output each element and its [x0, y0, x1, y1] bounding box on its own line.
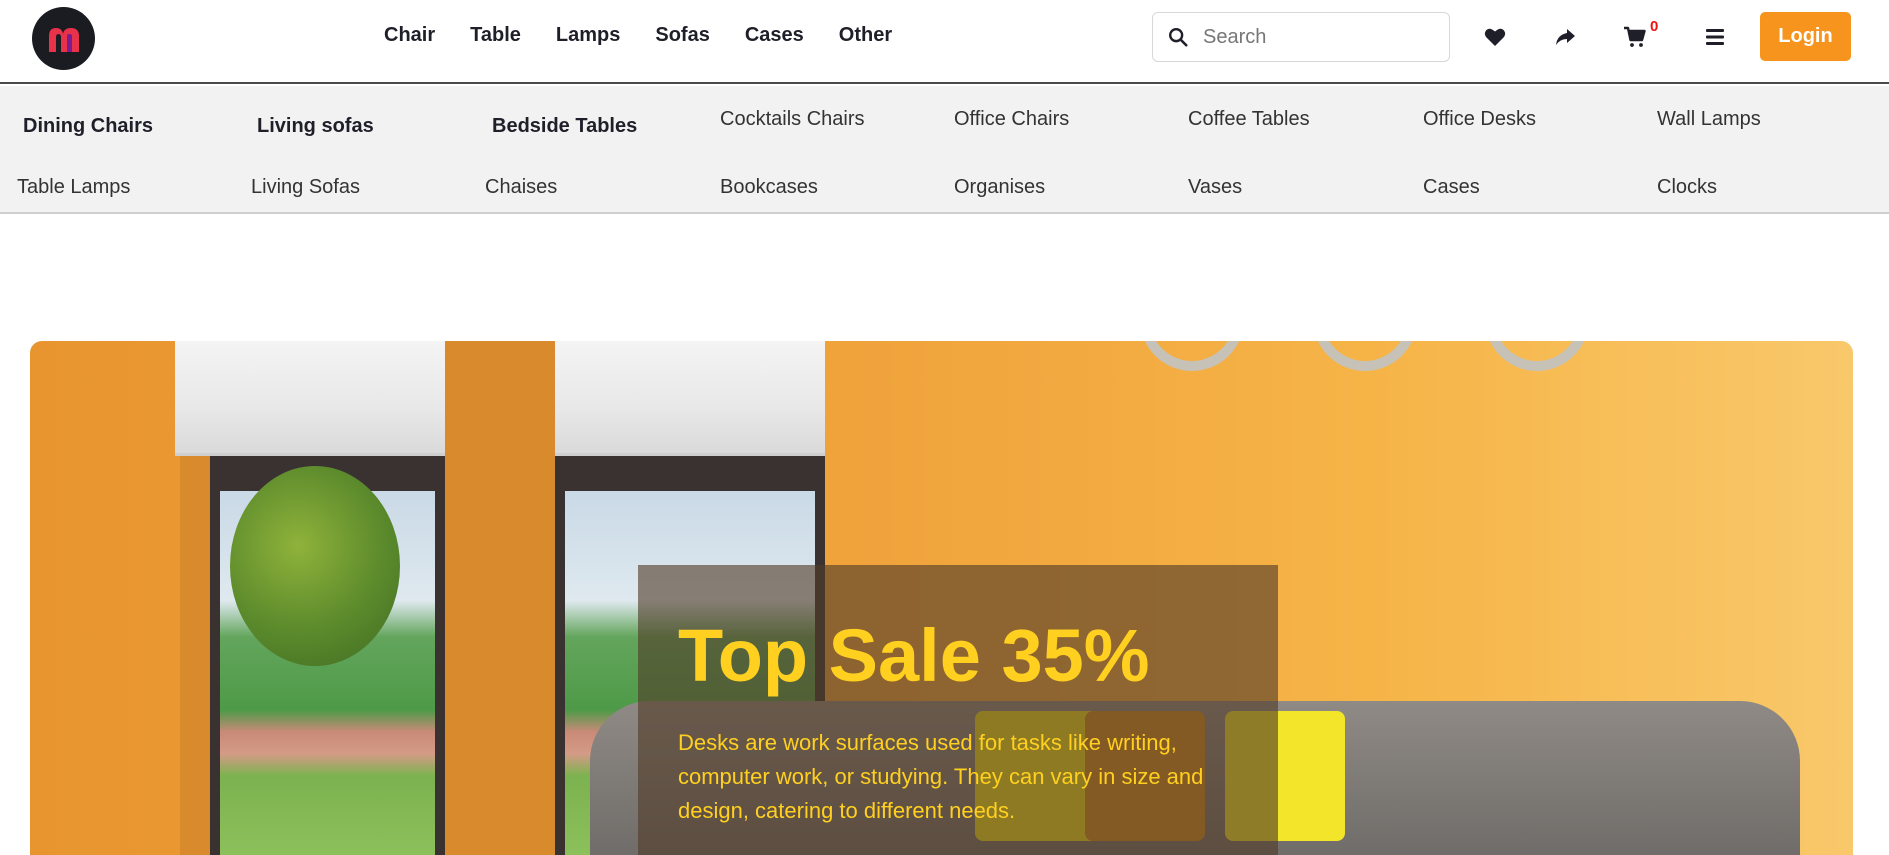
share-button[interactable] [1550, 22, 1580, 52]
category-organises[interactable]: Organises [954, 176, 1045, 199]
lemon-tree [230, 466, 400, 666]
cart-button[interactable] [1620, 22, 1650, 52]
category-clocks[interactable]: Clocks [1657, 176, 1717, 199]
share-icon [1556, 29, 1575, 45]
wishlist-button[interactable] [1480, 22, 1510, 52]
category-office-chairs[interactable]: Office Chairs [954, 108, 1069, 131]
logo-m-icon [48, 27, 79, 52]
heart-icon [1484, 28, 1506, 46]
cart-icon [1624, 26, 1646, 47]
category-bookcases[interactable]: Bookcases [720, 176, 818, 199]
category-office-desks[interactable]: Office Desks [1423, 108, 1536, 131]
window-left [210, 456, 445, 855]
nav-sofas[interactable]: Sofas [655, 24, 709, 47]
hero-title: Top Sale 35% [678, 614, 1150, 697]
wall-decor-ring [1485, 341, 1589, 371]
nav-table[interactable]: Table [470, 24, 521, 47]
menu-icon [1706, 29, 1724, 45]
category-vases[interactable]: Vases [1188, 176, 1242, 199]
search-box[interactable] [1152, 12, 1450, 62]
window-shade [555, 341, 825, 456]
wall-column [445, 341, 555, 855]
category-chaises[interactable]: Chaises [485, 176, 557, 199]
wall-decor-ring [1313, 341, 1417, 371]
window-shade [175, 341, 445, 456]
nav-lamps[interactable]: Lamps [556, 24, 620, 47]
hero-banner[interactable]: Top Sale 35% Desks are work surfaces use… [30, 341, 1853, 855]
category-cocktails-chairs[interactable]: Cocktails Chairs [720, 108, 864, 131]
category-menu: Dining Chairs Living sofas Bedside Table… [0, 86, 1889, 214]
nav-chair[interactable]: Chair [384, 24, 435, 47]
nav-cases[interactable]: Cases [745, 24, 804, 47]
category-wall-lamps[interactable]: Wall Lamps [1657, 108, 1761, 131]
wall-decor-ring [1140, 341, 1244, 371]
category-coffee-tables[interactable]: Coffee Tables [1188, 108, 1310, 131]
category-table-lamps[interactable]: Table Lamps [17, 176, 130, 199]
category-living-sofas-2[interactable]: Living Sofas [251, 176, 360, 199]
logo[interactable] [32, 7, 95, 70]
nav-other[interactable]: Other [839, 24, 892, 47]
main-nav: Chair Table Lamps Sofas Cases Other [384, 24, 927, 47]
category-cases[interactable]: Cases [1423, 176, 1480, 199]
menu-button[interactable] [1700, 22, 1730, 52]
header: Chair Table Lamps Sofas Cases Other 0 [0, 0, 1889, 84]
category-dining-chairs[interactable]: Dining Chairs [23, 115, 153, 138]
search-icon [1169, 28, 1188, 47]
login-button[interactable]: Login [1760, 12, 1851, 61]
category-bedside-tables[interactable]: Bedside Tables [492, 115, 637, 138]
search-input[interactable] [1203, 25, 1433, 49]
cart-count-badge: 0 [1650, 18, 1659, 35]
category-living-sofas[interactable]: Living sofas [257, 115, 374, 138]
hero-description: Desks are work surfaces used for tasks l… [678, 730, 1204, 823]
